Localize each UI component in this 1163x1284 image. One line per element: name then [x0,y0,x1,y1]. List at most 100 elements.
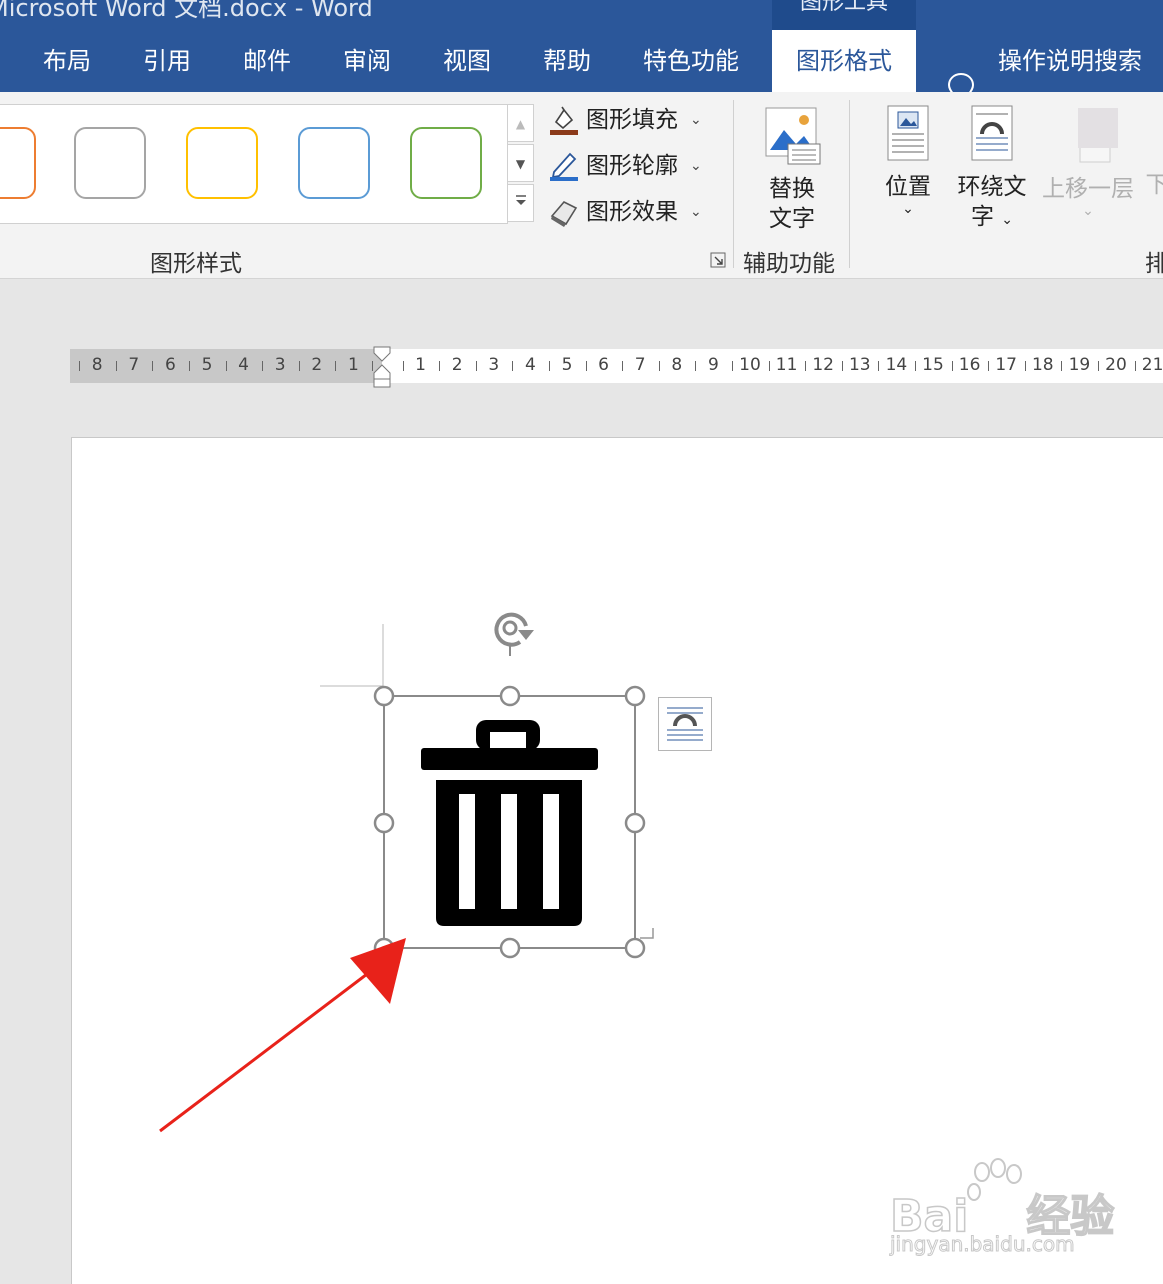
gallery-more-icon [514,193,528,207]
ruler-number: 8 [662,355,692,375]
ruler-number: 7 [119,355,149,375]
ruler-number: 15 [918,355,948,375]
title-bar: Microsoft Word 文档.docx - Word 图形工具 [0,0,1163,30]
ruler-tick [116,361,117,371]
ruler-number: 12 [808,355,838,375]
tell-me-search[interactable]: 操作说明搜索 [998,30,1142,92]
alt-text-label-line1: 替换 [752,174,832,204]
ruler-number: 4 [229,355,259,375]
ruler-tick [732,361,733,371]
layout-options-icon [659,698,711,750]
ruler-number: 19 [1064,355,1094,375]
resize-handle-bottom [501,939,519,957]
ruler-tick [952,361,953,371]
alt-text-label-line2: 文字 [752,204,832,234]
ruler-tick [79,361,80,371]
ruler-number: 5 [192,355,222,375]
shape-fill-label: 图形填充 [586,100,678,140]
position-label: 位置 [878,172,938,202]
red-arrow-annotation [150,928,420,1138]
tab-shape-format[interactable]: 图形格式 [772,30,916,92]
ruler-tick [695,361,696,371]
group-separator [849,100,850,268]
bring-forward-label: 上移一层 [1038,174,1138,204]
tab-special-features[interactable]: 特色功能 [643,30,739,92]
tab-help[interactable]: 帮助 [543,30,591,92]
ruler-tick [1135,361,1136,371]
horizontal-ruler[interactable]: 8765432112345678910111213141516171819202… [70,349,1163,383]
ruler-number: 1 [338,355,368,375]
shape-outline-label: 图形轮廓 [586,146,678,186]
ruler-number: 18 [1028,355,1058,375]
shape-style-swatch-blue[interactable] [298,127,370,199]
gallery-scroll-down-button[interactable]: ▼ [507,144,534,182]
rotate-handle-icon[interactable] [486,604,542,656]
ruler-number: 3 [265,355,295,375]
paint-bucket-icon [548,104,580,136]
resize-handle-top-right [626,687,644,705]
position-button[interactable]: 位置 ⌄ [878,104,938,216]
ruler-number: 14 [881,355,911,375]
ruler-tick [476,361,477,371]
ruler-tick [1098,361,1099,371]
ruler-tick [1061,361,1062,371]
gallery-scroll-up-button[interactable]: ▲ [507,104,534,142]
gallery-expand-button[interactable] [507,184,534,222]
shape-style-swatch-gold[interactable] [186,127,258,199]
ruler-number: 10 [735,355,765,375]
shape-style-swatch-gray[interactable] [74,127,146,199]
resize-handle-bottom-right [626,939,644,957]
ruler-number: 6 [155,355,185,375]
context-tab-group-label: 图形工具 [772,0,916,30]
indent-marker-icon[interactable] [370,345,394,389]
tab-layout[interactable]: 布局 [43,30,91,92]
tab-references[interactable]: 引用 [143,30,191,92]
ruler-tick [915,361,916,371]
ruler-tick [335,361,336,371]
ruler-number: 3 [479,355,509,375]
ruler-number: 8 [82,355,112,375]
ruler-number: 1 [406,355,436,375]
ruler-tick [878,361,879,371]
trash-icon [421,720,598,926]
group-label-arrange: 排 [1145,244,1163,278]
tab-mailings[interactable]: 邮件 [243,30,291,92]
dialog-launcher-icon[interactable] [710,252,726,268]
paragraph-mark-icon [640,928,653,938]
resize-handle-top-left [375,687,393,705]
shape-style-swatch-orange[interactable] [0,127,36,199]
tab-review[interactable]: 审阅 [343,30,391,92]
ruler-number: 9 [698,355,728,375]
bring-forward-icon [1058,106,1118,166]
ruler-tick [512,361,513,371]
chevron-down-icon: ⌄ [878,202,938,216]
watermark-url: jingyan.baidu.com [890,1232,1075,1256]
ruler-number: 2 [442,355,472,375]
alt-text-button[interactable]: 替换 文字 [752,106,832,234]
ruler-number: 6 [589,355,619,375]
group-label-shape-styles: 图形样式 [150,244,242,278]
tab-view[interactable]: 视图 [443,30,491,92]
window-title: Microsoft Word 文档.docx - Word [0,0,373,23]
ruler-number: 13 [845,355,875,375]
ruler-tick [549,361,550,371]
ruler-tick [439,361,440,371]
bring-forward-button[interactable]: 上移一层 ⌄ [1038,106,1138,218]
wrap-text-label-line2: 字 [971,204,994,230]
ruler-number: 20 [1101,355,1131,375]
layout-options-button[interactable] [658,697,712,751]
wrap-text-button[interactable]: 环绕文 字 ⌄ [953,104,1031,235]
ruler-tick [659,361,660,371]
ruler-number: 21 [1138,355,1163,375]
selected-shape[interactable] [370,682,660,962]
alt-text-icon [762,106,822,166]
ruler-tick [842,361,843,371]
resize-handle-right [626,814,644,832]
send-backward-button[interactable]: 下 [1142,170,1163,200]
ruler-tick [769,361,770,371]
shape-style-swatch-green[interactable] [410,127,482,199]
chevron-down-icon: ⌄ [690,100,702,140]
ruler-tick [1025,361,1026,371]
ruler-tick [805,361,806,371]
shape-effects-label: 图形效果 [586,192,678,232]
